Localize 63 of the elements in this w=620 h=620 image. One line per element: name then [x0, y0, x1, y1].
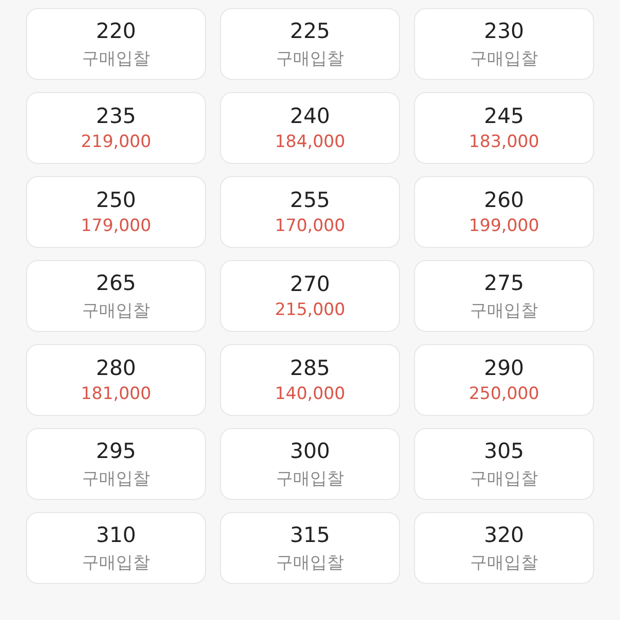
size-option[interactable]: 255 170,000	[220, 176, 400, 248]
bid-label: 구매입찰	[470, 300, 538, 322]
size-label: 260	[484, 188, 524, 212]
size-label: 285	[290, 356, 330, 380]
bid-label: 구매입찰	[276, 48, 344, 70]
price-label: 250,000	[468, 384, 540, 404]
price-label: 170,000	[274, 216, 346, 236]
size-label: 270	[290, 272, 330, 296]
size-option[interactable]: 260 199,000	[414, 176, 594, 248]
size-label: 305	[484, 438, 524, 462]
bid-label: 구매입찰	[470, 468, 538, 490]
size-label: 250	[96, 188, 136, 212]
size-option[interactable]: 275 구매입찰	[414, 260, 594, 332]
size-label: 320	[484, 522, 524, 546]
price-label: 219,000	[80, 132, 152, 152]
size-option[interactable]: 225 구매입찰	[220, 8, 400, 80]
size-option[interactable]: 300 구매입찰	[220, 428, 400, 500]
size-label: 225	[290, 18, 330, 42]
size-option[interactable]: 295 구매입찰	[26, 428, 206, 500]
size-label: 255	[290, 188, 330, 212]
size-option[interactable]: 240 184,000	[220, 92, 400, 164]
bid-label: 구매입찰	[82, 300, 150, 322]
price-label: 183,000	[468, 132, 540, 152]
size-label: 280	[96, 356, 136, 380]
size-option[interactable]: 290 250,000	[414, 344, 594, 416]
bid-label: 구매입찰	[470, 48, 538, 70]
size-label: 230	[484, 18, 524, 42]
size-label: 240	[290, 104, 330, 128]
bid-label: 구매입찰	[276, 552, 344, 574]
size-option[interactable]: 285 140,000	[220, 344, 400, 416]
size-option[interactable]: 265 구매입찰	[26, 260, 206, 332]
price-label: 199,000	[468, 216, 540, 236]
size-option[interactable]: 250 179,000	[26, 176, 206, 248]
size-label: 220	[96, 18, 136, 42]
size-option[interactable]: 315 구매입찰	[220, 512, 400, 584]
size-label: 275	[484, 270, 524, 294]
bid-label: 구매입찰	[276, 468, 344, 490]
size-option[interactable]: 320 구매입찰	[414, 512, 594, 584]
size-label: 295	[96, 438, 136, 462]
price-label: 184,000	[274, 132, 346, 152]
price-label: 215,000	[274, 300, 346, 320]
bid-label: 구매입찰	[82, 468, 150, 490]
bid-label: 구매입찰	[82, 552, 150, 574]
size-label: 265	[96, 270, 136, 294]
size-label: 300	[290, 438, 330, 462]
size-label: 245	[484, 104, 524, 128]
bid-label: 구매입찰	[82, 48, 150, 70]
size-option[interactable]: 245 183,000	[414, 92, 594, 164]
price-label: 140,000	[274, 384, 346, 404]
price-label: 179,000	[80, 216, 152, 236]
size-option[interactable]: 280 181,000	[26, 344, 206, 416]
size-option[interactable]: 310 구매입찰	[26, 512, 206, 584]
size-label: 310	[96, 522, 136, 546]
size-label: 315	[290, 522, 330, 546]
price-label: 181,000	[80, 384, 152, 404]
size-option[interactable]: 220 구매입찰	[26, 8, 206, 80]
size-option[interactable]: 305 구매입찰	[414, 428, 594, 500]
size-option[interactable]: 230 구매입찰	[414, 8, 594, 80]
size-option[interactable]: 270 215,000	[220, 260, 400, 332]
size-label: 290	[484, 356, 524, 380]
size-option[interactable]: 235 219,000	[26, 92, 206, 164]
size-label: 235	[96, 104, 136, 128]
bid-label: 구매입찰	[470, 552, 538, 574]
